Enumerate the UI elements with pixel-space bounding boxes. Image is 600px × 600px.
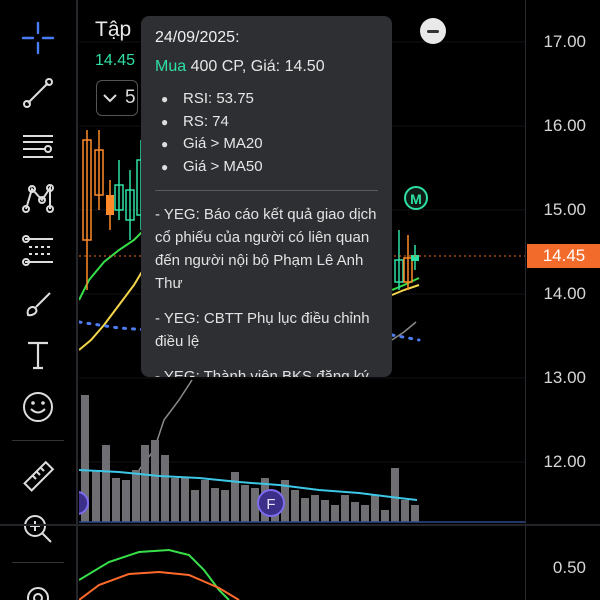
price-axis[interactable]: 17.00 16.00 15.00 14.00 13.00 12.00 14.4…: [525, 0, 600, 600]
candles-right: [394, 230, 419, 290]
news-item[interactable]: - YEG: Báo cáo kết quả giao dịch cổ phiế…: [155, 203, 378, 295]
price-tick: 17.00: [543, 32, 586, 51]
price-tick: 14.00: [543, 284, 586, 303]
trend-line-icon[interactable]: [17, 72, 59, 114]
signal-item: RSI: 53.75: [155, 88, 378, 111]
fib-icon[interactable]: [17, 229, 59, 271]
chevron-down-icon: [103, 94, 117, 103]
signal-item: Giá > MA50: [155, 156, 378, 179]
crosshair-icon[interactable]: [17, 17, 59, 59]
emoji-icon[interactable]: [17, 386, 59, 428]
toolbar-divider: [12, 440, 64, 441]
symbol-name[interactable]: Tập: [95, 18, 131, 42]
tooltip-date: 24/09/2025:: [155, 29, 240, 46]
pane-separator[interactable]: [0, 524, 600, 526]
indicator-tick: 0.50: [552, 558, 586, 577]
m-marker-label: M: [410, 191, 422, 207]
toolbar-divider: [12, 562, 64, 563]
text-icon[interactable]: [17, 334, 59, 376]
price-tick: 16.00: [543, 116, 586, 135]
brush-icon[interactable]: [17, 282, 59, 324]
collapse-button[interactable]: [420, 18, 446, 44]
current-price-tag: 14.45: [527, 244, 600, 268]
trade-side: Mua: [155, 58, 187, 75]
interval-selector[interactable]: 5: [96, 80, 138, 116]
signal-item: Giá > MA20: [155, 133, 378, 156]
pattern-icon[interactable]: [17, 177, 59, 219]
trade-detail: 400 CP, Giá: 14.50: [190, 58, 325, 75]
news-item[interactable]: - YEG: Thành viên BKS đăng ký: [155, 365, 378, 377]
drawing-toolbar: [0, 0, 78, 600]
ma-green-right: [391, 277, 420, 291]
interval-value: 5: [125, 87, 136, 108]
f-marker-label: F: [266, 496, 275, 513]
tooltip-trade: Mua 400 CP, Giá: 14.50: [155, 58, 378, 76]
ruler-icon[interactable]: [17, 456, 59, 498]
signal-list: RSI: 53.75 RS: 74 Giá > MA20 Giá > MA50: [155, 88, 378, 178]
news-item[interactable]: - YEG: CBTT Phụ lục điều chỉnh điều lệ: [155, 307, 378, 353]
price-tick: 15.00: [543, 200, 586, 219]
price-tick: 12.00: [543, 452, 586, 471]
zoom-in-icon[interactable]: [17, 508, 59, 550]
magnet-icon[interactable]: [17, 577, 59, 600]
symbol-price: 14.45: [95, 52, 136, 69]
indicator-orange-line: [79, 570, 240, 600]
trade-tooltip: 24/09/2025: Mua 400 CP, Giá: 14.50 RSI: …: [141, 16, 392, 377]
signal-item: RS: 74: [155, 111, 378, 134]
tooltip-divider: [155, 190, 378, 191]
minus-icon: [427, 29, 439, 33]
horizontal-lines-icon[interactable]: [17, 125, 59, 167]
volume-bars: [81, 395, 419, 522]
price-tick: 13.00: [543, 368, 586, 387]
indicator-green-line: [79, 548, 230, 600]
